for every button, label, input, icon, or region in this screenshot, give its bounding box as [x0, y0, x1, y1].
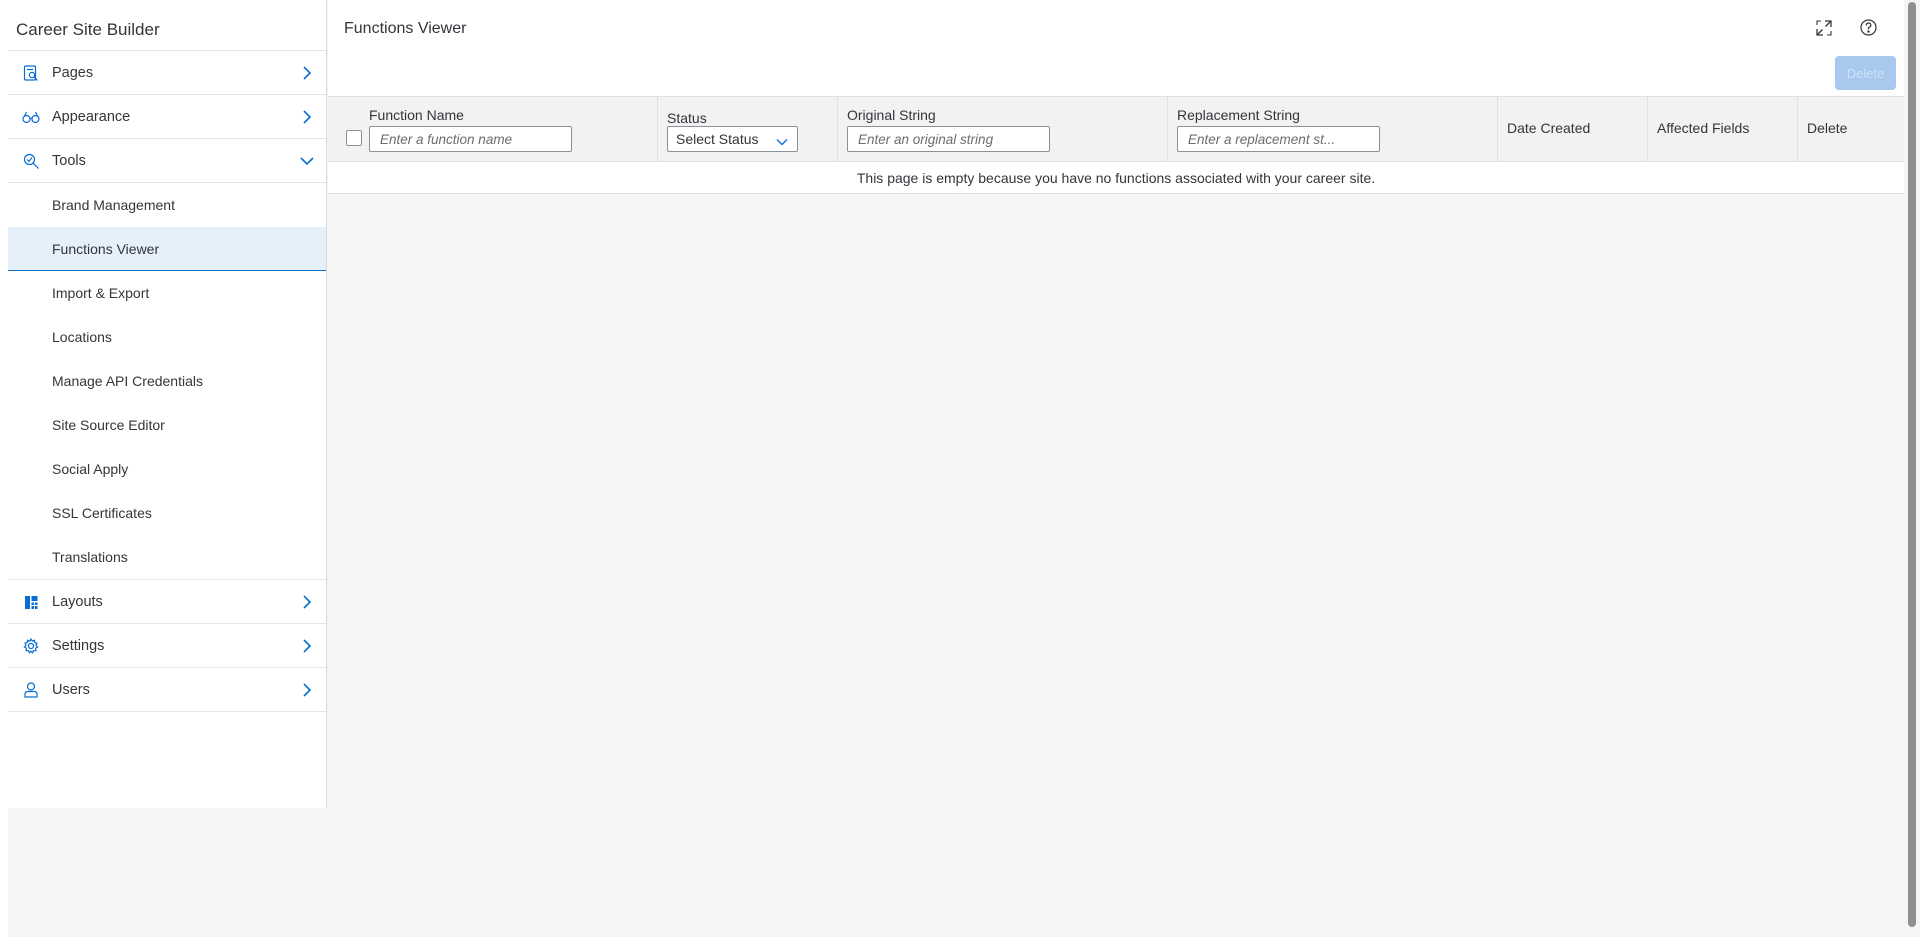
- sidebar-subitem-social-apply[interactable]: Social Apply: [8, 447, 326, 491]
- sidebar-item-label: Appearance: [52, 108, 131, 125]
- column-header-label: Delete: [1807, 120, 1848, 136]
- column-original-string: Original String: [838, 97, 1168, 162]
- chevron-right-icon: [298, 593, 316, 611]
- table-header: Function Name Status Select Status Origi…: [328, 97, 1904, 162]
- chevron-right-icon: [298, 681, 316, 699]
- column-delete: Delete: [1798, 97, 1904, 162]
- sidebar-item-label: Pages: [52, 64, 94, 81]
- column-status: Status Select Status: [658, 97, 838, 162]
- chevron-right-icon: [298, 637, 316, 655]
- sidebar-subitem-functions-viewer[interactable]: Functions Viewer: [8, 227, 326, 271]
- chevron-down-icon: [775, 132, 789, 146]
- scrollbar-thumb[interactable]: [1908, 2, 1916, 927]
- replacement-string-filter-input[interactable]: [1177, 126, 1380, 152]
- pages-icon: [22, 64, 40, 82]
- sidebar-item-label: Tools: [52, 152, 86, 169]
- sidebar-subitem-manage-api-credentials[interactable]: Manage API Credentials: [8, 359, 326, 403]
- layouts-icon: [22, 593, 40, 611]
- sidebar-item-users[interactable]: Users: [8, 668, 326, 712]
- sidebar-subitem-translations[interactable]: Translations: [8, 535, 326, 579]
- fullscreen-icon: [1816, 19, 1832, 41]
- sidebar-subitem-brand-management[interactable]: Brand Management: [8, 183, 326, 227]
- sidebar-item-label: Users: [52, 681, 90, 698]
- help-icon: [1859, 19, 1877, 41]
- column-replacement-string: Replacement String: [1168, 97, 1498, 162]
- original-string-filter-input[interactable]: [847, 126, 1050, 152]
- chevron-down-icon: [298, 152, 316, 170]
- sidebar-subitem-locations[interactable]: Locations: [8, 315, 326, 359]
- column-header-label: Replacement String: [1177, 107, 1300, 123]
- sidebar-item-label: Settings: [52, 637, 105, 654]
- user-icon: [22, 681, 40, 699]
- sidebar-subitem-ssl-certificates[interactable]: SSL Certificates: [8, 491, 326, 535]
- status-select[interactable]: Select Status: [667, 126, 798, 152]
- sidebar-subitem-import-export[interactable]: Import & Export: [8, 271, 326, 315]
- tools-submenu: Brand Management Functions Viewer Import…: [8, 183, 326, 580]
- sidebar-item-appearance[interactable]: Appearance: [8, 95, 326, 139]
- gear-icon: [22, 637, 40, 655]
- column-header-label: Original String: [847, 107, 936, 123]
- sidebar: Career Site Builder Pages Appearance Too…: [8, 0, 327, 808]
- column-affected-fields: Affected Fields: [1648, 97, 1798, 162]
- delete-button[interactable]: Delete: [1835, 56, 1896, 90]
- status-select-value: Select Status: [676, 131, 759, 147]
- sidebar-title: Career Site Builder: [8, 0, 326, 51]
- column-header-label[interactable]: Date Created: [1507, 120, 1590, 136]
- column-header-label: Function Name: [369, 107, 464, 123]
- chevron-right-icon: [298, 108, 316, 126]
- sidebar-item-tools[interactable]: Tools: [8, 139, 326, 183]
- page-header: Functions Viewer Delete: [328, 0, 1904, 96]
- page-title: Functions Viewer: [344, 20, 467, 37]
- sidebar-item-label: Layouts: [52, 593, 103, 610]
- main-content: Functions Viewer Delete Function Name En…: [328, 0, 1904, 937]
- empty-table-message: This page is empty because you have no f…: [856, 170, 1376, 186]
- column-header-label: Status: [667, 110, 707, 126]
- fullscreen-button[interactable]: [1812, 18, 1836, 42]
- function-name-filter-input[interactable]: [369, 126, 572, 152]
- chevron-right-icon: [298, 64, 316, 82]
- functions-table: Function Name Status Select Status Origi…: [328, 96, 1904, 194]
- sidebar-item-layouts[interactable]: Layouts: [8, 580, 326, 624]
- sidebar-item-pages[interactable]: Pages: [8, 51, 326, 95]
- tools-icon: [22, 152, 40, 170]
- column-header-label[interactable]: Affected Fields: [1657, 120, 1749, 136]
- sidebar-item-settings[interactable]: Settings: [8, 624, 326, 668]
- page-scrollbar[interactable]: [1904, 0, 1920, 937]
- column-function-name: Function Name: [328, 97, 658, 162]
- help-button[interactable]: [1856, 18, 1880, 42]
- select-all-checkbox[interactable]: [346, 130, 362, 146]
- column-date-created: Date Created: [1498, 97, 1648, 162]
- appearance-icon: [22, 108, 40, 126]
- sidebar-subitem-site-source-editor[interactable]: Site Source Editor: [8, 403, 326, 447]
